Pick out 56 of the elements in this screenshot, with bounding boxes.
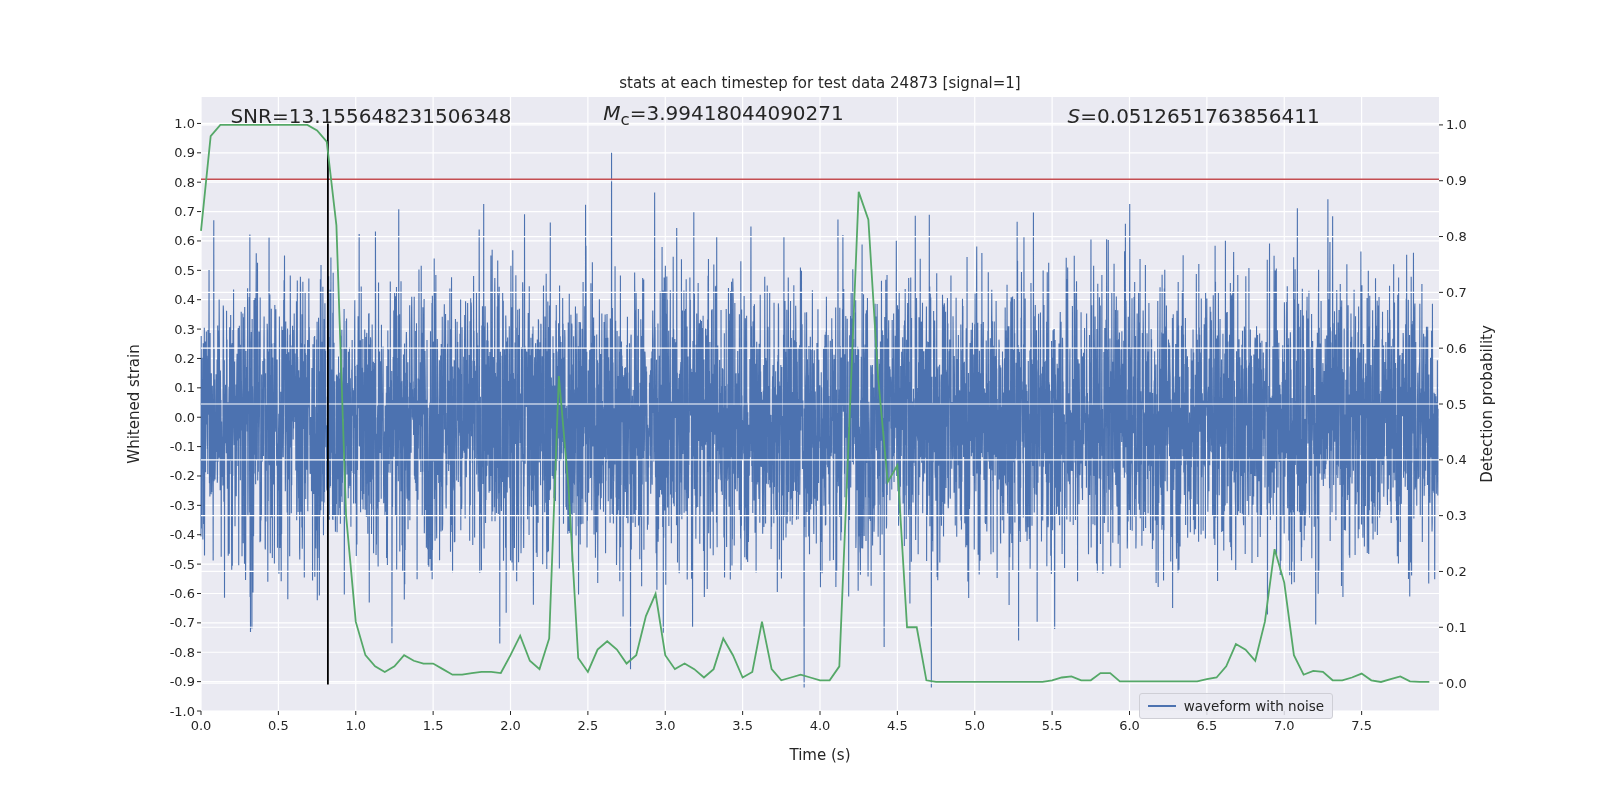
tick-label: 0.6 [1446,340,1467,356]
tick-label: 6.0 [1119,718,1140,733]
tick-label: -0.8 [169,644,195,660]
stat-label: SNR=13.155648231506348 [230,106,512,127]
tick-label: -0.6 [169,586,195,601]
tick-label: 0.4 [174,292,195,308]
tick-label: 4.5 [887,718,908,733]
tick-label: 1.0 [1446,117,1467,133]
tick-label: 0.0 [1446,675,1467,691]
axis-label: Whitened strain [125,344,143,464]
stat-label: M$_{c}$=3.99418044090271 [603,103,844,129]
tick-label: -0.2 [169,468,195,484]
axis-label: Time (s) [789,746,851,764]
tick-label: 0.8 [174,174,195,190]
tick-label: 0.7 [174,204,195,220]
tick-label: 1.0 [174,115,195,131]
tick-label: 0.0 [174,409,195,425]
tick-label: 0.6 [174,233,195,249]
tick-label: 7.0 [1273,718,1295,733]
tick-label: 0.1 [174,380,195,396]
tick-label: 3.0 [654,718,676,733]
tick-label: 0.0 [190,718,212,733]
tick-label: 1.5 [422,718,444,733]
tick-label: 0.9 [174,145,195,161]
tick-label: 7.5 [1351,718,1372,733]
tick-label: 4.0 [809,718,831,733]
tick-label: 5.0 [964,718,986,733]
axis-label: Detection probability [1478,325,1496,483]
tick-label: 0.8 [1446,229,1467,245]
tick-label: 5.5 [1041,718,1063,733]
tick-label: 3.5 [732,718,753,733]
stat-label: S=0.0512651763856411 [1067,106,1320,127]
tick-label: 0.3 [174,321,195,337]
tick-label: 0.4 [1446,452,1467,468]
legend-label: waveform with noise [1183,698,1324,714]
tick-label: 6.5 [1196,718,1218,733]
tick-label: 1.0 [345,718,367,733]
tick-label: 0.1 [1446,619,1467,635]
tick-label: 2.5 [577,718,599,733]
tick-label: 0.7 [1446,284,1467,300]
tick-label: -0.5 [169,556,195,572]
tick-label: -0.9 [169,674,195,690]
tick-label: 0.2 [1446,563,1467,579]
tick-label: 0.5 [268,718,289,733]
tick-label: 0.5 [174,262,195,278]
tick-label: 0.5 [1446,396,1467,412]
tick-label: 0.9 [1446,173,1467,189]
tick-label: 2.0 [500,718,521,733]
tick-label: -0.7 [169,615,195,631]
tick-label: -0.3 [169,497,195,513]
tick-label: -0.1 [169,439,195,455]
tick-label: 0.3 [1446,508,1467,524]
tick-label: -1.0 [169,703,195,719]
tick-label: -0.4 [169,527,195,543]
tick-label: 0.2 [174,350,195,366]
chart-title: stats at each timestep for test data 24873 [signal=1] [619,74,1021,92]
